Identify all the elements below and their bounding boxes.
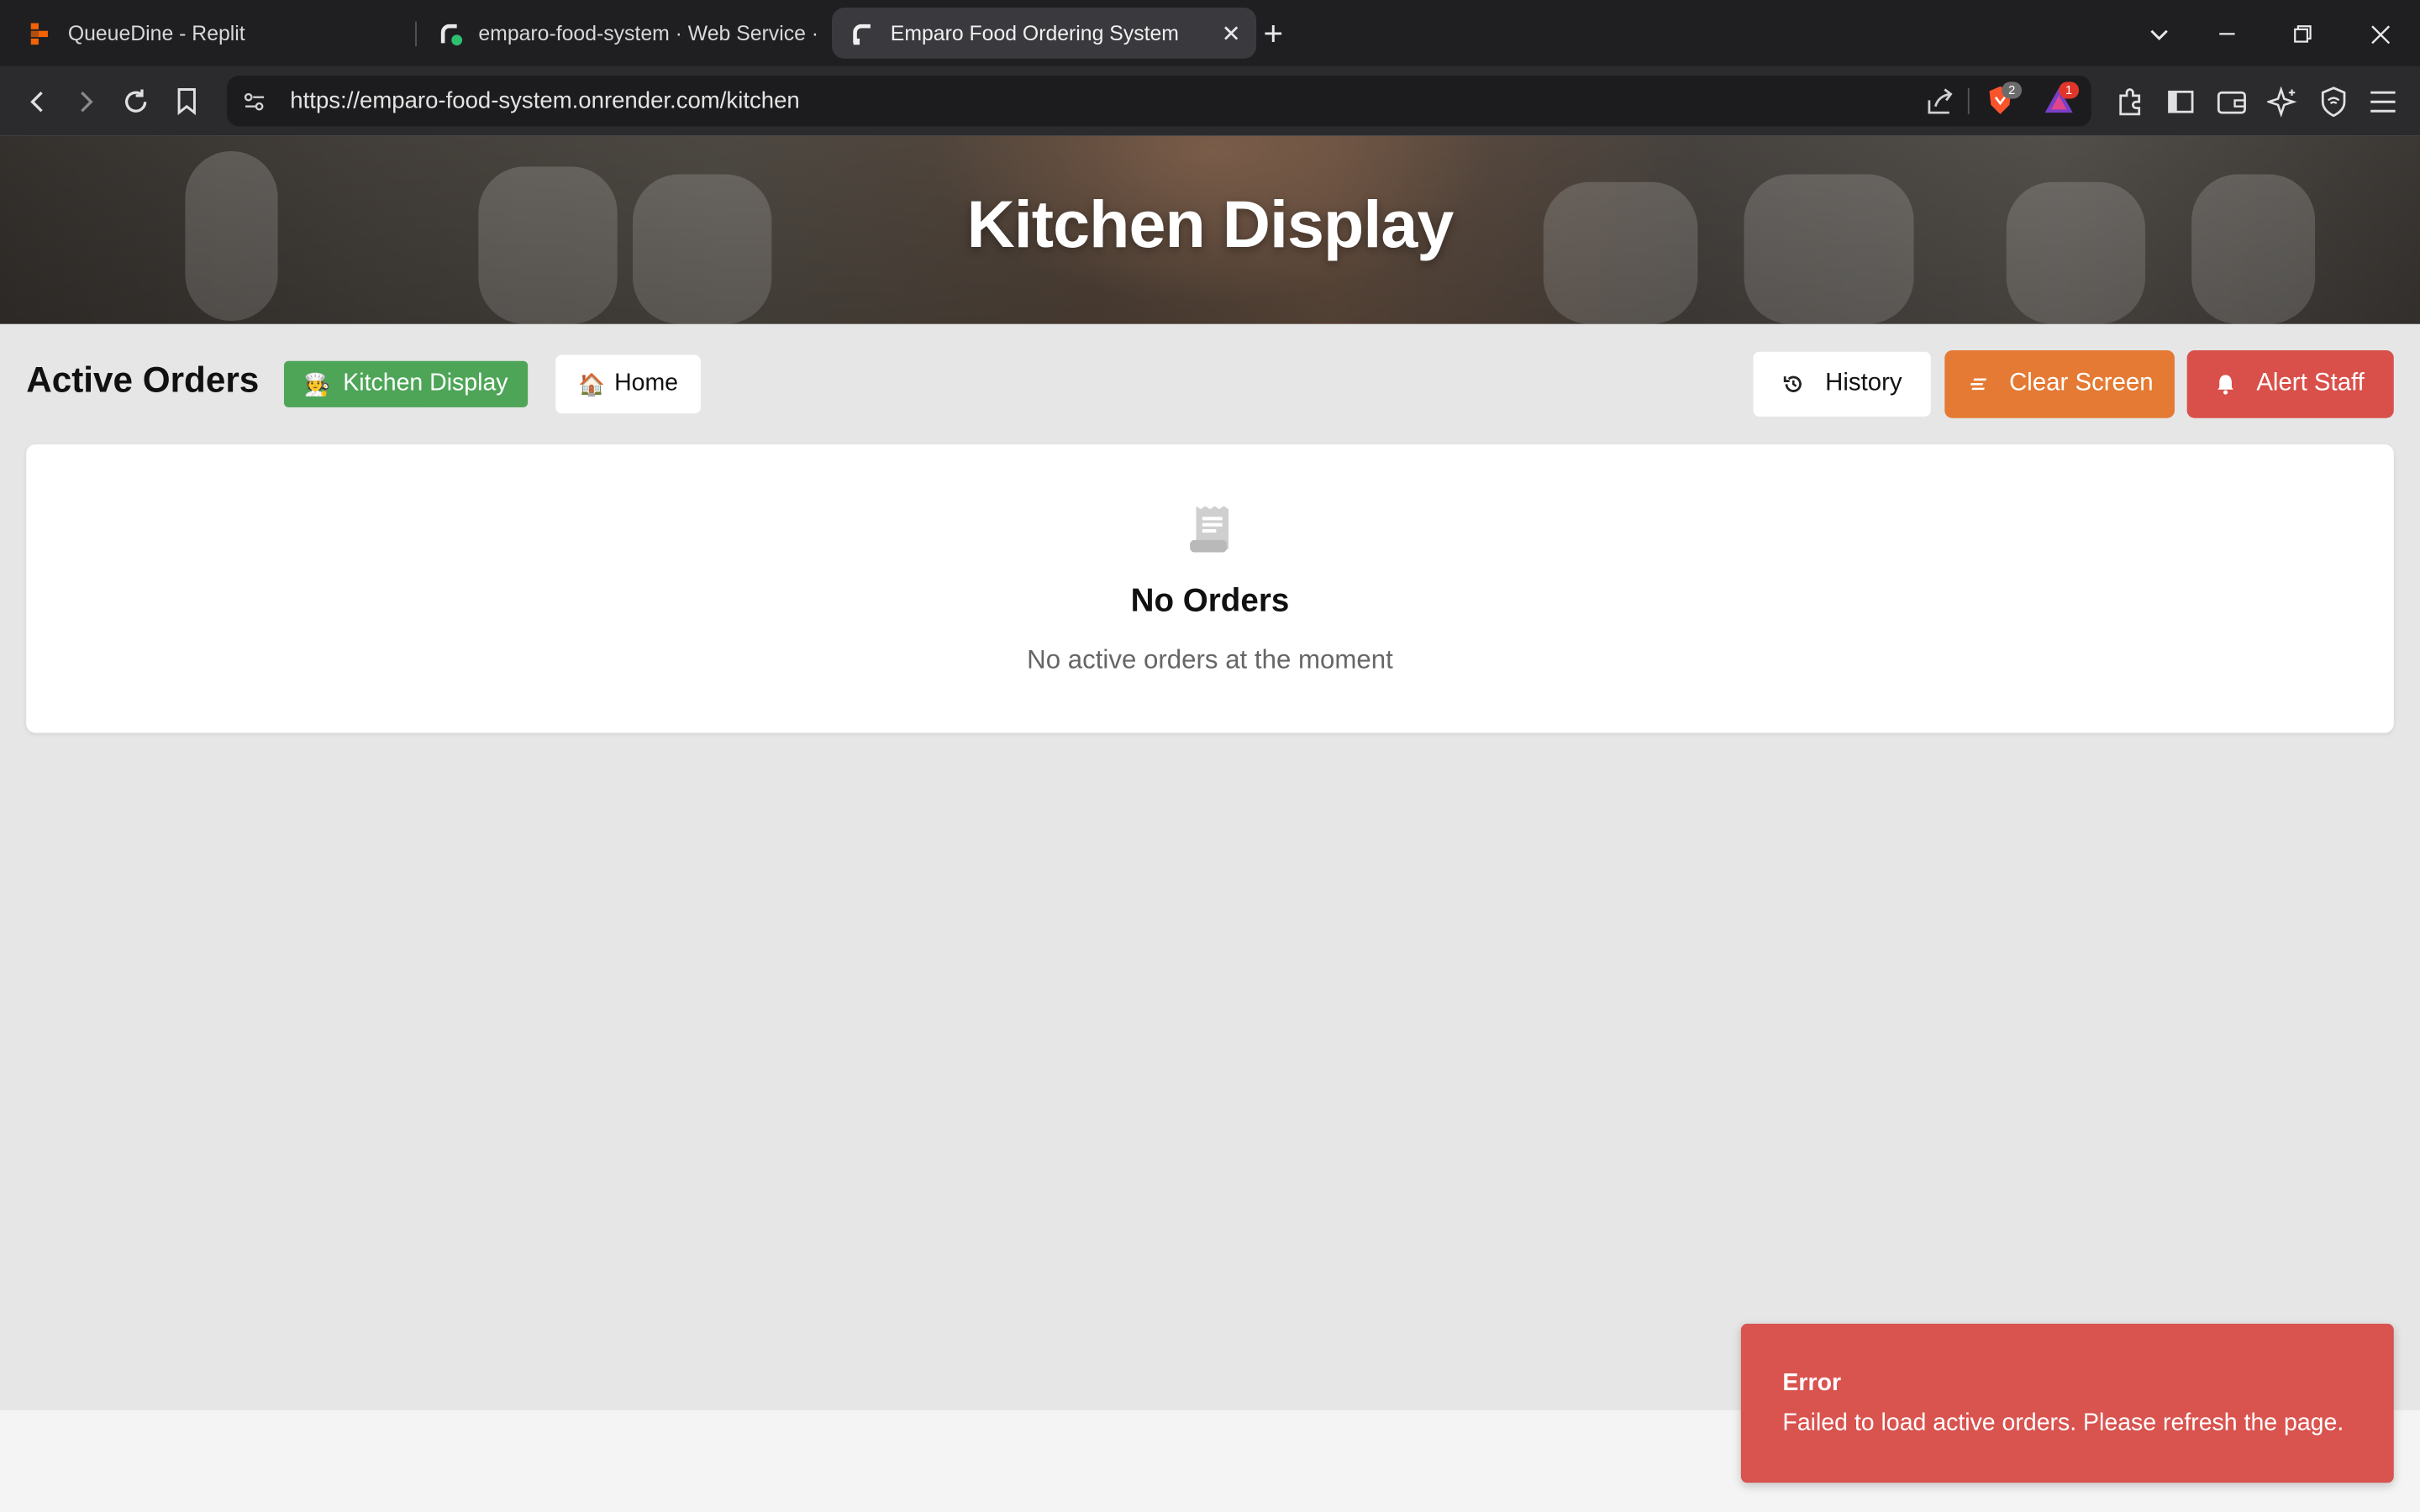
vpn-icon[interactable] — [2313, 81, 2354, 122]
browser-toolbar: https://emparo-food-system.onrender.com/… — [0, 66, 2420, 136]
empty-state-title: No Orders — [1130, 583, 1290, 619]
section-title: Active Orders — [26, 359, 260, 400]
tab-render-service[interactable]: emparo-food-system · Web Service · — [426, 8, 824, 59]
error-toast[interactable]: Error Failed to load active orders. Plea… — [1740, 1323, 2394, 1483]
button-label: History — [1825, 370, 1902, 397]
history-button[interactable]: History — [1753, 351, 1931, 417]
divider — [1967, 87, 1970, 114]
toast-message: Failed to load active orders. Please ref… — [1782, 1410, 2344, 1436]
brave-rewards-icon[interactable]: 1 — [2044, 81, 2080, 118]
bookmark-icon[interactable] — [166, 81, 207, 122]
render-icon — [439, 21, 463, 45]
receipt-icon — [1186, 503, 1236, 566]
restore-icon[interactable] — [2284, 15, 2321, 52]
reload-icon[interactable] — [116, 81, 156, 122]
share-icon[interactable] — [1924, 87, 1955, 125]
tab-emparo[interactable]: Emparo Food Ordering System ✕ — [832, 8, 1257, 59]
browser-tab-strip: QueueDine - Replit emparo-food-system · … — [0, 0, 2420, 66]
house-emoji-icon: 🏠 — [578, 370, 606, 396]
eraser-icon — [1966, 375, 1988, 393]
tab-queuedine[interactable]: QueueDine - Replit — [15, 8, 413, 59]
brave-shield-icon[interactable]: 2 — [1986, 81, 2023, 118]
orders-panel: No Orders No active orders at the moment — [26, 444, 2394, 733]
address-bar[interactable]: https://emparo-food-system.onrender.com/… — [227, 76, 2091, 127]
back-icon[interactable] — [17, 81, 57, 122]
close-icon[interactable]: ✕ — [1222, 20, 1241, 48]
button-label: Kitchen Display — [343, 370, 508, 397]
leo-ai-icon[interactable] — [2263, 81, 2303, 122]
tab-label: emparo-food-system · Web Service · — [478, 21, 819, 45]
button-label: Clear Screen — [2009, 370, 2154, 397]
wallet-icon[interactable] — [2212, 81, 2252, 122]
rewards-count-badge: 1 — [2059, 81, 2080, 99]
shield-count-badge: 2 — [2002, 81, 2023, 99]
bell-icon — [2217, 373, 2235, 395]
minimize-icon[interactable] — [2208, 15, 2245, 52]
sidebar-icon[interactable] — [2160, 81, 2201, 122]
menu-icon[interactable] — [2363, 81, 2403, 122]
replit-icon — [28, 21, 52, 45]
toast-title: Error — [1782, 1370, 1842, 1397]
site-settings-icon[interactable] — [242, 90, 266, 123]
cook-emoji-icon: 🧑‍🍳 — [303, 370, 331, 396]
alert-staff-button[interactable]: Alert Staff — [2186, 349, 2394, 418]
clear-screen-button[interactable]: Clear Screen — [1944, 349, 2175, 418]
page-title: Kitchen Display — [966, 188, 1455, 263]
button-label: Home — [614, 370, 679, 397]
url-text[interactable]: https://emparo-food-system.onrender.com/… — [290, 88, 799, 114]
kitchen-display-nav-button[interactable]: 🧑‍🍳 Kitchen Display — [283, 360, 529, 407]
tab-list-chevron-icon[interactable] — [2141, 15, 2178, 52]
render-icon — [850, 21, 875, 45]
new-tab-icon[interactable]: + — [1255, 14, 1292, 53]
history-icon — [1782, 373, 1804, 395]
tab-label: QueueDine - Replit — [67, 21, 245, 45]
button-label: Alert Staff — [2256, 370, 2365, 397]
forward-icon[interactable] — [66, 81, 107, 122]
close-window-icon[interactable] — [2361, 15, 2398, 52]
hero-banner: Kitchen Display — [0, 135, 2420, 324]
tab-separator — [415, 21, 417, 47]
extensions-icon[interactable] — [2110, 81, 2150, 122]
tab-label: Emparo Food Ordering System — [890, 21, 1179, 45]
home-nav-button[interactable]: 🏠 Home — [555, 354, 701, 414]
empty-state-subtitle: No active orders at the moment — [1027, 644, 1393, 675]
